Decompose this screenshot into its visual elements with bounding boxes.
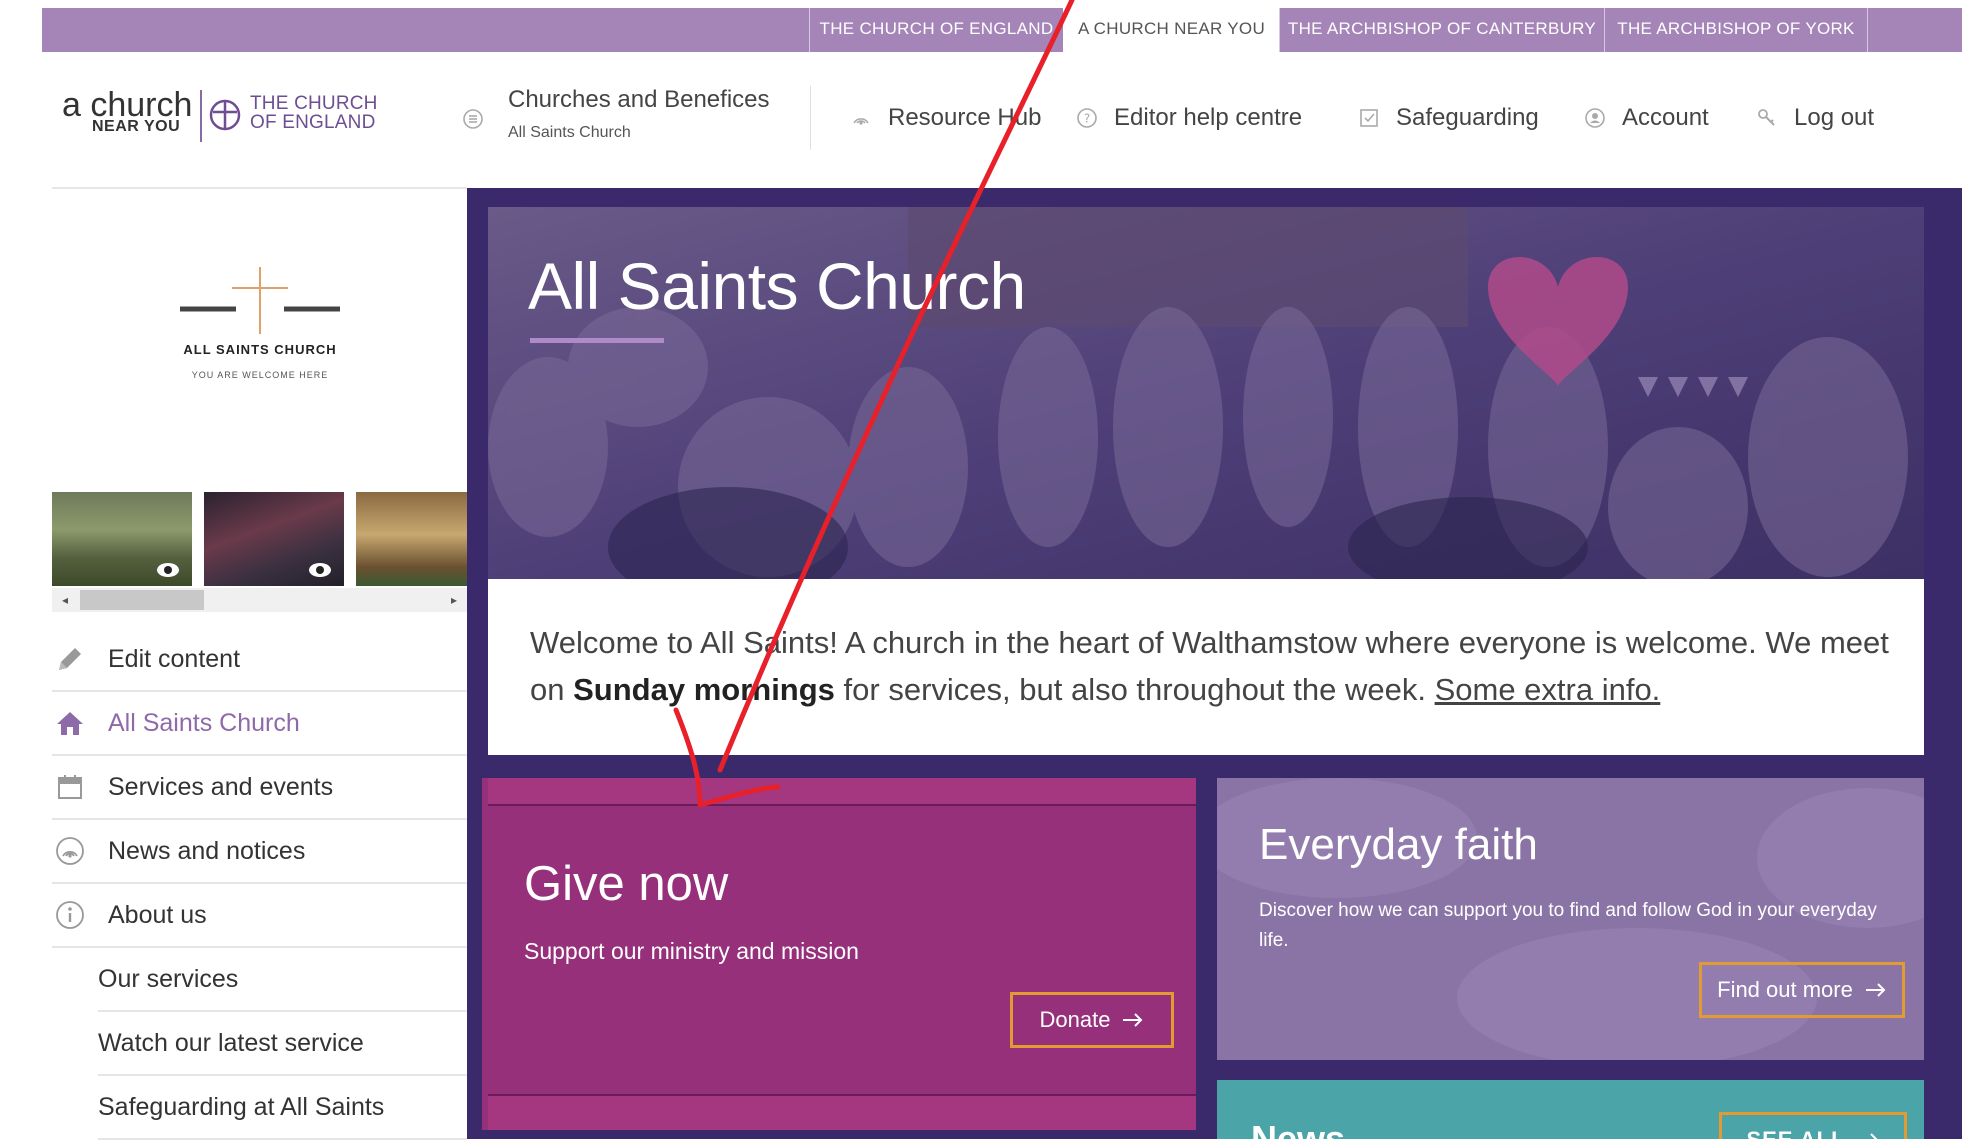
page-title: All Saints Church [528, 249, 1026, 323]
nav-account[interactable]: Account [1584, 88, 1709, 148]
news-card: News SEE ALL [1217, 1080, 1924, 1139]
churches-sub: All Saints Church [508, 124, 631, 141]
photo-gallery [52, 492, 467, 586]
news-title: News [1251, 1118, 1346, 1139]
welcome-text: Welcome to All Saints! A church in the h… [530, 625, 1889, 707]
broadcast-icon [853, 118, 869, 125]
coe-cross-icon [209, 99, 241, 131]
help-icon: ? [1077, 108, 1097, 128]
arrow-right-icon [1123, 1013, 1143, 1027]
gallery-scrollbar[interactable]: ◂ ▸ [52, 588, 467, 612]
faith-title: Everyday faith [1259, 820, 1538, 869]
site-logo[interactable]: a church NEAR YOU THE CHURCH OF ENGLAND [62, 86, 382, 148]
pencil-icon [54, 643, 86, 675]
church-logo-tagline: YOU ARE WELCOME HERE [191, 370, 329, 380]
sidebar-sub-watch-latest[interactable]: Watch our latest service [98, 1012, 467, 1076]
give-now-card: Give now Support our ministry and missio… [482, 778, 1196, 1130]
church-logo: ALL SAINTS CHURCH YOU ARE WELCOME HERE [170, 262, 350, 392]
everyday-faith-card: Everyday faith Discover how we can suppo… [1217, 778, 1924, 1060]
key-icon [1758, 109, 1775, 126]
gallery-thumb-3[interactable] [356, 492, 467, 586]
user-icon [1585, 108, 1605, 128]
gallery-thumb-2[interactable] [204, 492, 344, 586]
arrow-right-icon [1865, 983, 1886, 997]
faith-description: Discover how we can support you to find … [1259, 900, 1877, 951]
list-circle-icon [463, 109, 483, 129]
nav-safeguarding[interactable]: Safeguarding [1358, 88, 1539, 148]
tab-archbishop-canterbury[interactable]: The Archbishop of Canterbury [1279, 8, 1604, 52]
title-underline [530, 338, 664, 343]
coe-wordmark: THE CHURCH OF ENGLAND [250, 93, 378, 133]
scroll-right-icon[interactable]: ▸ [447, 592, 461, 608]
tab-a-church-near-you[interactable]: A Church Near You [1063, 8, 1279, 52]
sidebar-divider [52, 187, 467, 189]
nav-log-out[interactable]: Log out [1756, 88, 1874, 148]
sidebar-item-about-us[interactable]: About us [52, 884, 467, 948]
give-title: Give now [524, 857, 729, 911]
scroll-left-icon[interactable]: ◂ [58, 592, 72, 608]
sidebar-item-edit-content[interactable]: Edit content [52, 628, 467, 692]
checkbox-icon [1360, 109, 1378, 127]
sidebar-item-all-saints-church[interactable]: All Saints Church [52, 692, 467, 756]
give-band-bottom [488, 1094, 1196, 1130]
give-subtitle: Support our ministry and mission [524, 938, 859, 964]
home-icon [54, 707, 86, 739]
arrow-right-icon [1869, 1133, 1877, 1139]
cross-logo-icon [180, 267, 340, 334]
church-logo-name: ALL SAINTS CHURCH [183, 342, 337, 357]
find-out-more-button[interactable]: Find out more [1699, 962, 1905, 1018]
gallery-thumb-1[interactable] [52, 492, 192, 586]
calendar-icon [54, 771, 86, 803]
nav-resource-hub[interactable]: Resource Hub [850, 88, 1041, 148]
welcome-panel: Welcome to All Saints! A church in the h… [488, 579, 1924, 755]
tab-archbishop-york[interactable]: The Archbishop of York [1604, 8, 1868, 52]
header-separator [810, 86, 811, 150]
acny-logo: a church NEAR YOU [62, 88, 192, 135]
sidebar-item-services-events[interactable]: Services and events [52, 756, 467, 820]
logo-divider [200, 90, 202, 142]
svg-text:?: ? [1084, 112, 1090, 126]
eye-icon [157, 563, 179, 577]
eye-icon [309, 563, 331, 577]
top-bar: The Church of England A Church Near You … [42, 8, 1962, 52]
sidebar-sub-our-services[interactable]: Our services [98, 948, 467, 1012]
see-all-button[interactable]: SEE ALL [1719, 1112, 1907, 1139]
churches-label: Churches and Benefices [508, 86, 770, 113]
broadcast-icon [54, 835, 86, 867]
info-icon [54, 899, 86, 931]
extra-info-link[interactable]: Some extra info. [1435, 672, 1661, 707]
sidebar-sub-safeguarding[interactable]: Safeguarding at All Saints [98, 1076, 467, 1140]
brand-line2: NEAR YOU [92, 118, 181, 135]
sidebar-item-news-notices[interactable]: News and notices [52, 820, 467, 884]
tab-church-of-england[interactable]: The Church of England [809, 8, 1063, 52]
give-band-top [488, 778, 1196, 806]
scrollbar-thumb[interactable] [80, 590, 204, 610]
donate-button[interactable]: Donate [1010, 992, 1174, 1048]
nav-editor-help[interactable]: ? Editor help centre [1076, 88, 1302, 148]
